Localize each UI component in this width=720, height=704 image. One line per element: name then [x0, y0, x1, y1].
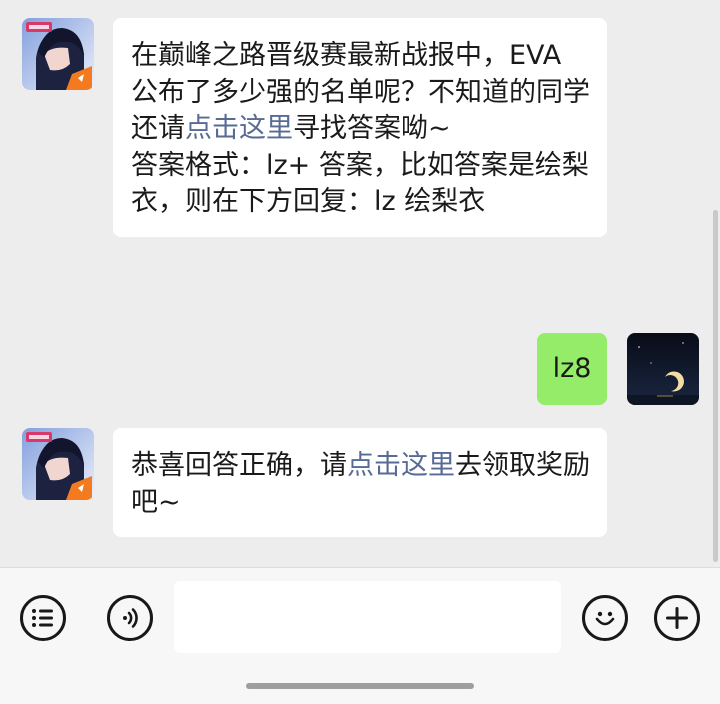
list-icon[interactable]: [20, 595, 66, 641]
home-indicator[interactable]: [246, 683, 474, 689]
input-bar: [0, 567, 720, 704]
voice-icon[interactable]: [107, 595, 153, 641]
message-text: 恭喜回答正确，请: [131, 450, 347, 481]
message-input[interactable]: [174, 581, 561, 653]
plus-icon[interactable]: [654, 595, 700, 641]
message-paragraph: 答案格式：lz+ 答案，比如答案是绘梨衣，则在下方回复：lz 绘梨衣: [131, 149, 589, 218]
message-bubble-incoming[interactable]: 在巅峰之路晋级赛最新战报中，EVA 公布了多少强的名单呢？不知道的同学还请点击这…: [113, 18, 607, 237]
scrollbar[interactable]: [713, 210, 718, 562]
message-bubble-incoming[interactable]: 恭喜回答正确，请点击这里去领取奖励吧~: [113, 428, 607, 538]
message-paragraph: 在巅峰之路晋级赛最新战报中，EVA 公布了多少强的名单呢？不知道的同学还请点击这…: [131, 38, 591, 148]
message-text: lz8: [552, 353, 592, 384]
click-here-link[interactable]: 点击这里: [347, 450, 455, 481]
chat-area[interactable]: 在巅峰之路晋级赛最新战报中，EVA 公布了多少强的名单呢？不知道的同学还请点击这…: [0, 0, 720, 567]
game-character-avatar[interactable]: [22, 18, 94, 90]
game-character-avatar[interactable]: [22, 428, 94, 500]
night-sky-moon-avatar[interactable]: [627, 333, 699, 405]
emoji-icon[interactable]: [582, 595, 628, 641]
click-here-link[interactable]: 点击这里: [185, 113, 293, 144]
message-text: 寻找答案呦~: [293, 113, 451, 145]
message-bubble-outgoing[interactable]: lz8: [537, 333, 607, 405]
